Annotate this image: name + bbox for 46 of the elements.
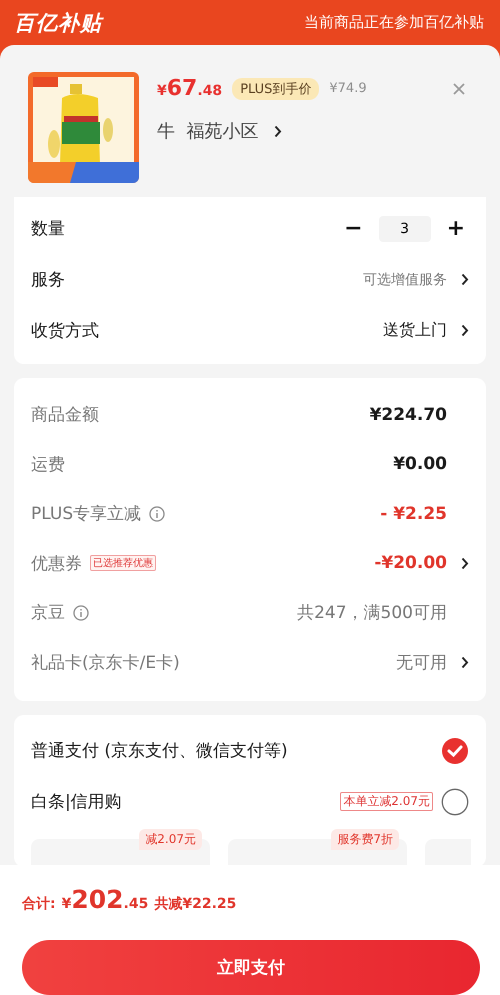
payment-option[interactable]: 普通支付 (京东支付、微信支付等) <box>31 739 288 762</box>
option-value[interactable]: 可选增值服务 <box>363 270 447 288</box>
savings-text: 共减¥22.25 <box>154 895 236 913</box>
chevron-icon[interactable] <box>461 324 469 337</box>
summary-value: ¥224.70 <box>370 404 447 425</box>
chevron-icon[interactable] <box>461 656 469 669</box>
chevron-icon[interactable] <box>461 273 469 286</box>
summary-label: 优惠券 <box>31 552 82 575</box>
option-label: 收货方式 <box>31 320 99 342</box>
summary-value: - ¥2.25 <box>380 504 447 524</box>
price-badge: PLUS到手价 <box>232 78 320 100</box>
summary-label: 礼品卡(京东卡/E卡) <box>31 652 180 674</box>
summary-label: 运费 <box>31 454 65 476</box>
option-label: 服务 <box>31 269 65 291</box>
address[interactable]: 牛 福苑小区 <box>157 119 258 143</box>
summary-label: 商品金额 <box>31 404 99 426</box>
chevron-icon[interactable] <box>274 124 282 138</box>
summary-label: 京豆 <box>31 602 65 624</box>
summary-label: PLUS专享立减 <box>31 503 142 526</box>
chevron-icon[interactable] <box>461 556 469 570</box>
info-icon[interactable] <box>149 506 166 522</box>
minus-button[interactable]: − <box>340 216 367 241</box>
payment-option[interactable]: 白条|信用购 <box>31 790 122 813</box>
option-value[interactable]: 送货上门 <box>383 320 447 341</box>
total-label: 合计: <box>22 895 56 913</box>
original-price: ¥74.9 <box>329 81 367 96</box>
summary-value: -¥20.00 <box>374 553 447 574</box>
summary-value: 共247，满500可用 <box>297 602 447 624</box>
notice-text: 当前商品正在参加百亿补贴 <box>304 13 484 32</box>
logo: 百亿补贴 <box>14 10 102 36</box>
total-amount: ¥202.45 <box>62 885 148 914</box>
summary-value: 无可用 <box>396 652 447 674</box>
summary-value: ¥0.00 <box>393 454 447 474</box>
pay-button[interactable]: 立即支付 <box>22 940 480 995</box>
option-label: 数量 <box>31 218 65 240</box>
price: ¥67.48 <box>157 76 222 101</box>
discount-tag: 本单立减2.07元 <box>340 792 433 811</box>
plus-button[interactable]: + <box>442 216 469 241</box>
plan-badge: 服务费7折 <box>331 829 399 850</box>
radio-button[interactable] <box>441 788 469 816</box>
info-icon[interactable] <box>73 604 89 621</box>
coupon-tag: 已选推荐优惠 <box>90 555 156 572</box>
checked-radio[interactable] <box>441 736 469 764</box>
plan-badge: 减2.07元 <box>139 829 202 850</box>
close-icon[interactable] <box>452 82 466 96</box>
quantity-field[interactable]: 3 <box>378 216 431 242</box>
